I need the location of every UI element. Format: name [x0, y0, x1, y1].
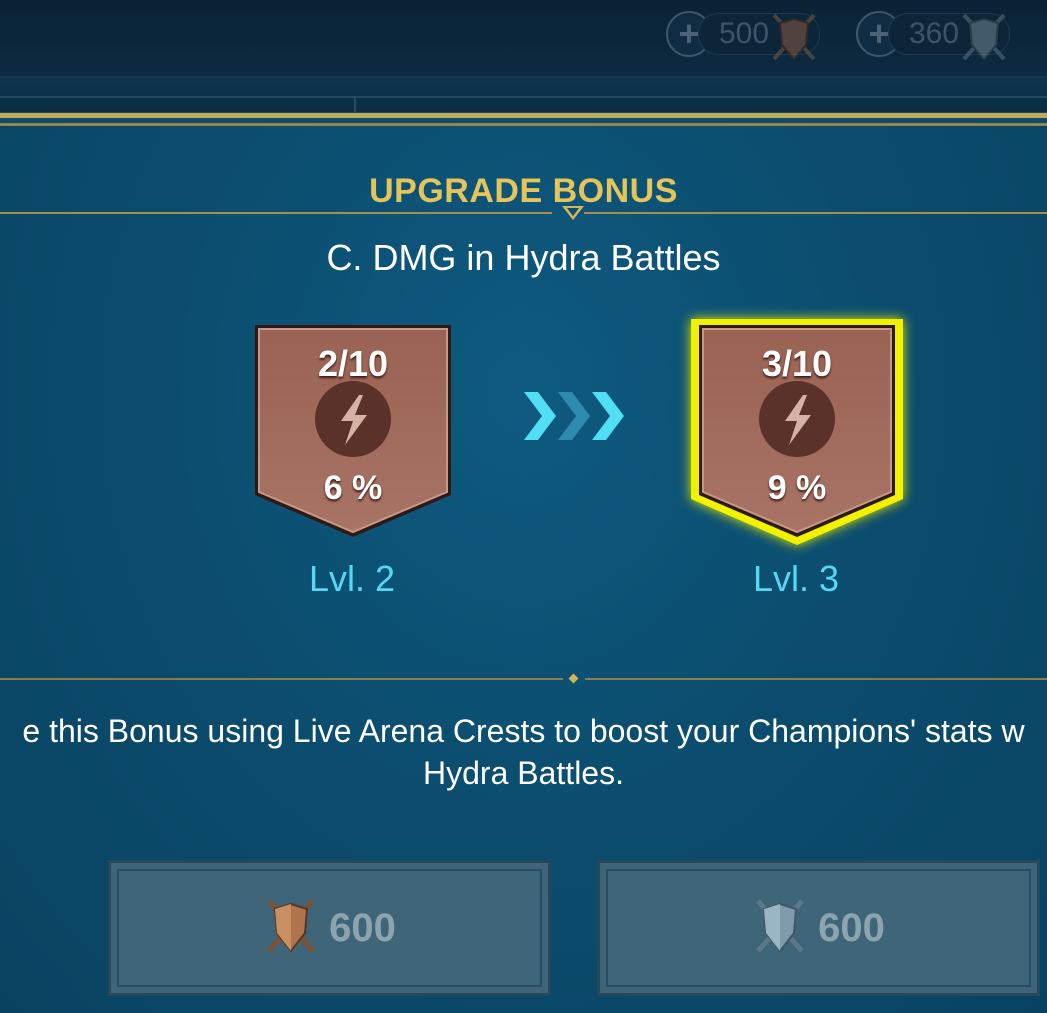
top-bar: + 500 + 360 — [0, 0, 1047, 78]
heading-rule-right — [584, 212, 1047, 214]
next-value: 9 % — [767, 469, 827, 507]
next-progress: 3/10 — [761, 343, 833, 384]
heading-marker — [562, 206, 584, 220]
silver-cost: 600 — [818, 905, 885, 950]
strip-divider — [354, 96, 356, 112]
gold-border — [0, 113, 1047, 118]
separator-left — [0, 678, 563, 680]
next-level-label: Lvl. 3 — [752, 558, 840, 599]
separator-right — [585, 678, 1047, 680]
current-progress: 2/10 — [317, 343, 389, 384]
gold-border-thin — [0, 123, 1047, 126]
heading-rule-left — [0, 212, 552, 214]
strip-line — [0, 96, 1047, 98]
bronze-crest-count: 500 — [719, 17, 770, 50]
bronze-arena-crest-icon — [770, 11, 818, 70]
silver-crest-count: 360 — [909, 17, 960, 50]
description-line-2: Hydra Battles. — [423, 755, 624, 791]
bronze-cost: 600 — [329, 905, 396, 950]
current-level-badge: 2/10 6 % — [253, 323, 453, 543]
triple-chevron-right-icon — [520, 388, 630, 449]
upgrade-bronze-button[interactable]: 600 — [108, 860, 551, 996]
tab-strip — [0, 78, 1047, 112]
description-line-1: e this Bonus using Live Arena Crests to … — [22, 713, 1025, 749]
silver-arena-crest-icon — [752, 895, 808, 962]
current-value: 6 % — [323, 469, 383, 507]
upgrade-silver-button[interactable]: 600 — [597, 860, 1040, 996]
stat-name: C. DMG in Hydra Battles — [326, 237, 721, 278]
resource-silver-crests[interactable]: + 360 — [856, 9, 1011, 61]
silver-arena-crest-icon — [960, 11, 1008, 70]
bonus-description: e this Bonus using Live Arena Crests to … — [0, 710, 1047, 794]
bronze-arena-crest-icon — [263, 895, 319, 962]
upgrade-bonus-heading: UPGRADE BONUS — [369, 172, 678, 210]
resource-bronze-crests[interactable]: + 500 — [666, 9, 821, 61]
next-level-badge: 3/10 9 % — [691, 319, 903, 545]
current-level-label: Lvl. 2 — [308, 558, 396, 599]
